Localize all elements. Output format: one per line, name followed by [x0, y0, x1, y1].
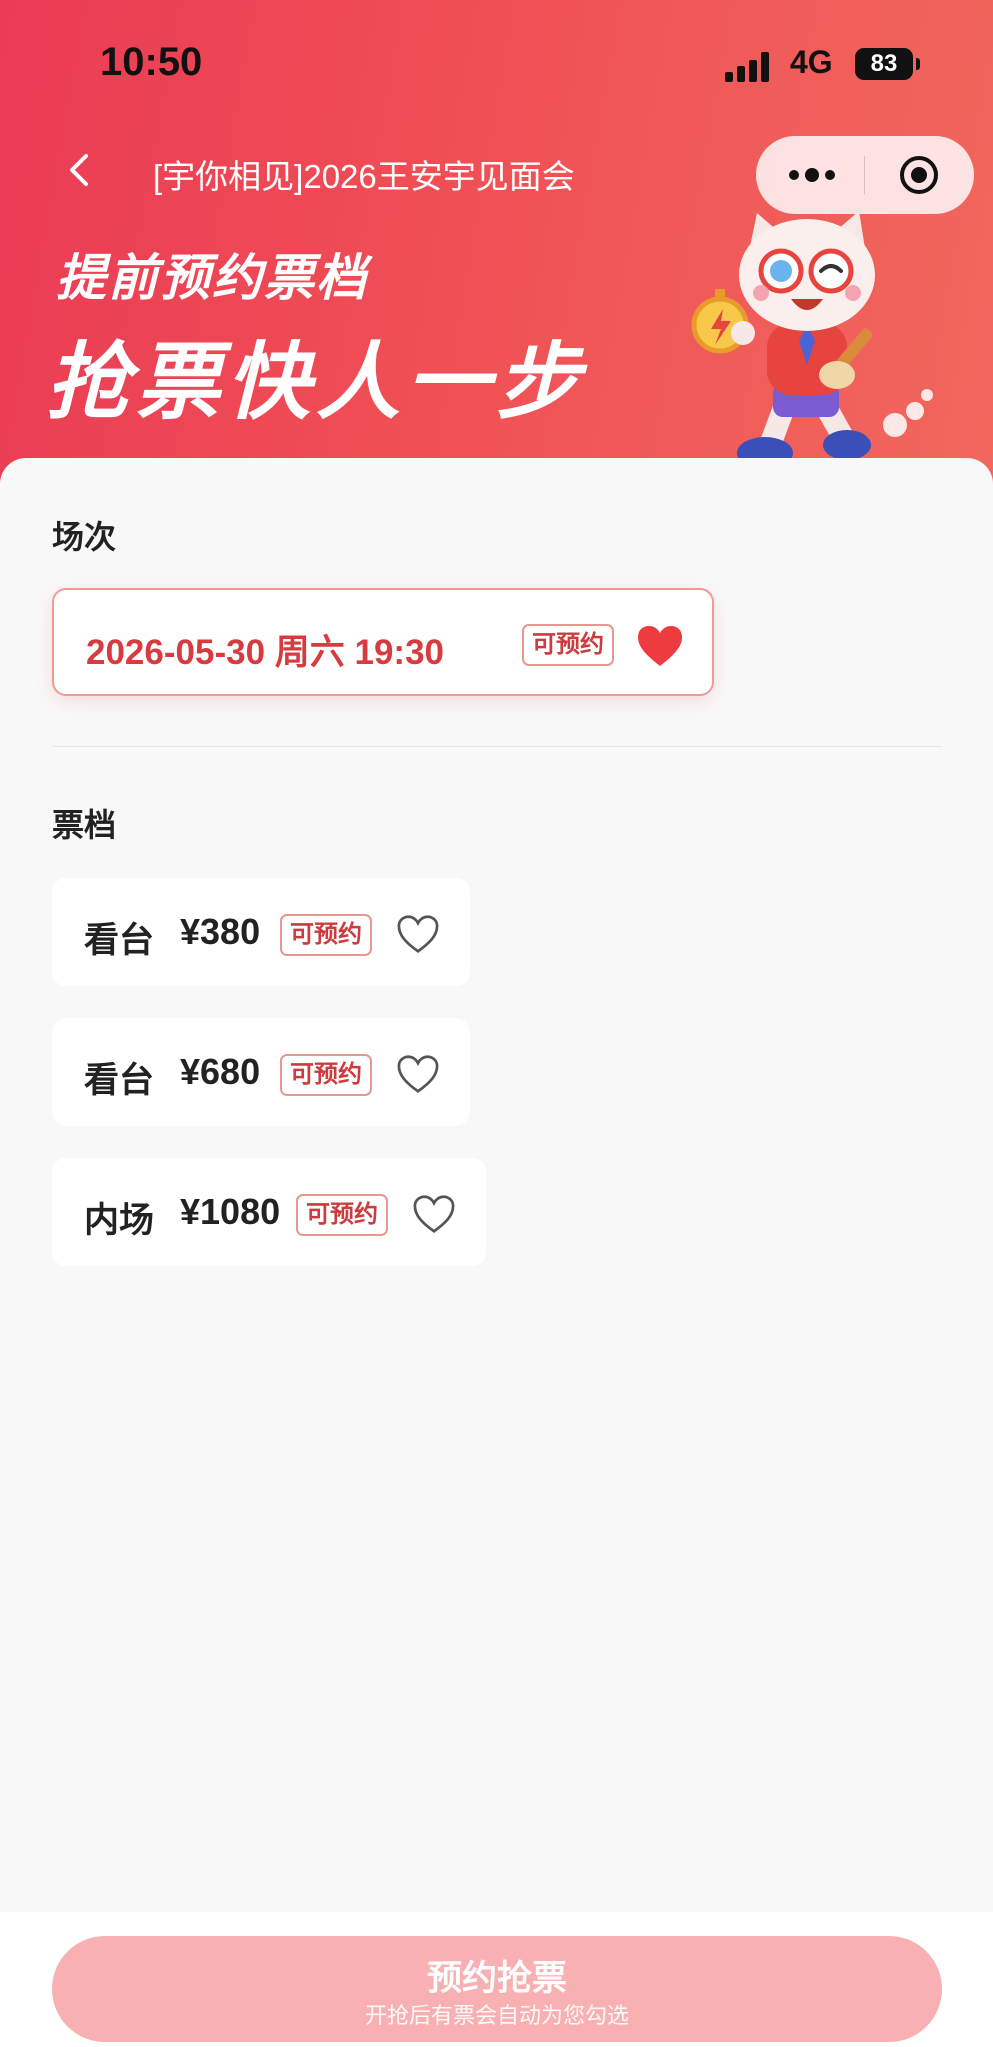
reservable-badge: 可预约 — [280, 914, 372, 956]
capsule-divider — [864, 156, 865, 194]
heart-icon[interactable] — [412, 1194, 456, 1234]
page-title: [宇你相见]2026王安宇见面会 — [153, 158, 575, 195]
tier-area: 内场 — [84, 1201, 155, 1240]
session-option[interactable]: 2026-05-30 周六 19:30 可预约 — [52, 588, 714, 696]
section-divider — [52, 746, 942, 747]
tier-price: ¥1080 — [180, 1191, 281, 1232]
reservable-badge: 可预约 — [522, 624, 614, 666]
session-section-label: 场次 — [52, 519, 117, 555]
network-type: 4G — [790, 44, 833, 80]
heart-icon[interactable] — [396, 1054, 440, 1094]
reserve-ticket-button[interactable]: 预约抢票 开抢后有票会自动为您勾选 — [52, 1936, 942, 2042]
status-time: 10:50 — [100, 40, 203, 84]
reservable-badge: 可预约 — [280, 1054, 372, 1096]
tier-option-0[interactable]: 看台 ¥380 可预约 — [52, 878, 470, 986]
more-dots-icon[interactable] — [784, 160, 840, 190]
mascot-icon — [691, 211, 933, 469]
battery-indicator: 83 — [855, 48, 920, 80]
tier-area: 看台 — [84, 921, 155, 960]
tier-section-label: 票档 — [52, 807, 117, 843]
footer-bar: 预约抢票 开抢后有票会自动为您勾选 — [0, 1912, 993, 2047]
session-datetime: 2026-05-30 周六 19:30 — [86, 633, 444, 672]
heart-icon[interactable] — [396, 914, 440, 954]
tier-option-1[interactable]: 看台 ¥680 可预约 — [52, 1018, 470, 1126]
target-icon[interactable] — [898, 154, 940, 196]
heart-icon[interactable] — [636, 624, 684, 668]
reserve-ticket-label: 预约抢票 — [426, 1959, 567, 1998]
back-arrow-icon[interactable] — [62, 150, 102, 190]
hero-banner: 10:50 4G 83 [宇你相见]2026王安宇见面会 提前预约票档 抢票快人… — [0, 0, 993, 520]
tier-option-2[interactable]: 内场 ¥1080 可预约 — [52, 1158, 486, 1266]
tier-price: ¥680 — [180, 1051, 261, 1092]
reservable-badge: 可预约 — [296, 1194, 388, 1236]
tier-area: 看台 — [84, 1061, 155, 1100]
tier-price: ¥380 — [180, 911, 261, 952]
banner-line-1: 提前预约票档 — [56, 249, 368, 307]
banner-line-2: 抢票快人一步 — [46, 333, 587, 431]
signal-icon — [725, 52, 769, 82]
mini-program-capsule — [756, 136, 974, 214]
reserve-ticket-subtitle: 开抢后有票会自动为您勾选 — [364, 2003, 629, 2028]
